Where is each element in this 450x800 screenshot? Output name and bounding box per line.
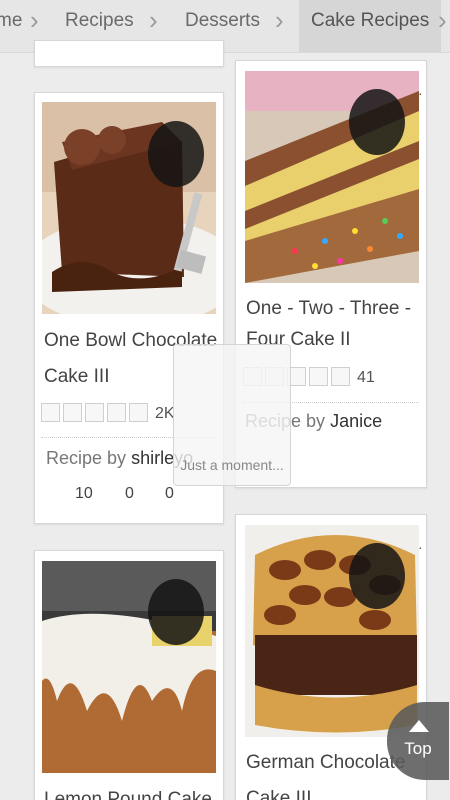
- chevron-right-icon: ›: [149, 5, 158, 35]
- recipe-card[interactable]: Lemon Pound Cake: [34, 550, 224, 800]
- star-icon: [309, 367, 328, 386]
- star-icon: [129, 403, 148, 422]
- star-icon: [107, 403, 126, 422]
- rating-count: 41: [357, 369, 375, 386]
- recipe-title-line1[interactable]: One - Two - Three -: [246, 293, 411, 325]
- author-name[interactable]: Janice: [330, 411, 382, 431]
- star-icon: [63, 403, 82, 422]
- byline-prefix: Recipe by: [46, 448, 127, 468]
- stat-made: 10: [75, 485, 93, 502]
- recipe-card-partial[interactable]: [34, 40, 224, 67]
- recipe-title-line1[interactable]: German Chocolate: [246, 747, 405, 779]
- recipe-title-line2[interactable]: Cake III: [44, 361, 109, 393]
- recipe-byline: Recipe by shirleyo: [46, 448, 193, 469]
- stat-photos: 0: [165, 485, 174, 502]
- stat-reviews: 0: [125, 485, 134, 502]
- chevron-right-icon: ›: [275, 5, 284, 35]
- recipe-title-line2[interactable]: Cake III: [246, 783, 311, 800]
- arrow-up-icon: [409, 720, 429, 732]
- more-options-icon[interactable]: ·: [418, 85, 423, 101]
- breadcrumb-item-cake-recipes[interactable]: Cake Recipes: [299, 0, 442, 52]
- bookmark-overlay-icon[interactable]: [349, 543, 405, 609]
- chevron-right-icon: ›: [438, 5, 447, 35]
- bookmark-overlay-icon[interactable]: [148, 121, 204, 187]
- loading-text: Just a moment...: [180, 457, 284, 473]
- breadcrumb-item-home[interactable]: me: [0, 0, 22, 52]
- star-icon: [85, 403, 104, 422]
- rating-count: 2K: [155, 405, 175, 422]
- star-icon: [41, 403, 60, 422]
- back-to-top-label: Top: [404, 739, 432, 758]
- recipe-title-line1[interactable]: Lemon Pound Cake: [44, 784, 212, 800]
- more-options-icon[interactable]: ·: [418, 539, 423, 555]
- rating-stars: [41, 403, 148, 422]
- bookmark-overlay-icon[interactable]: [349, 89, 405, 155]
- loading-toast: Just a moment...: [173, 344, 291, 486]
- star-icon: [331, 367, 350, 386]
- chevron-right-icon: ›: [30, 5, 39, 35]
- bookmark-overlay-icon[interactable]: [148, 579, 204, 645]
